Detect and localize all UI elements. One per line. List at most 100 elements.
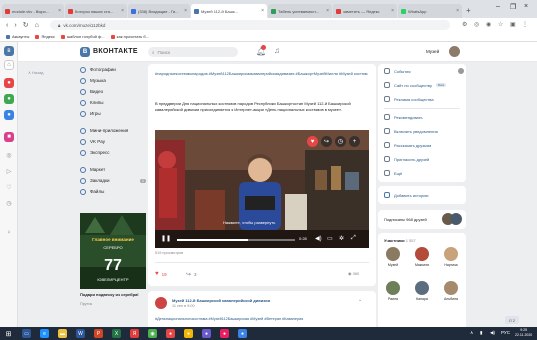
browser-tab[interactable]: (338) Входящие - Ги... ×: [128, 4, 190, 18]
nav-item-music[interactable]: Музыка: [80, 75, 146, 86]
menu-item-more[interactable]: Ещё: [384, 170, 402, 176]
maximize-icon[interactable]: ❐: [510, 3, 516, 11]
fullscreen-icon[interactable]: ⤢: [351, 235, 356, 242]
yandex-browser-icon[interactable]: Я: [130, 329, 139, 338]
add-video-icon[interactable]: +: [349, 136, 360, 147]
taskview-icon[interactable]: ▭: [22, 329, 31, 338]
music-note-icon[interactable]: ♫: [274, 46, 280, 55]
home-icon[interactable]: ⌂: [4, 60, 14, 70]
bookmark-item[interactable]: Аккаунты: [6, 34, 29, 39]
bookmark-item[interactable]: шаблон голубой ф...: [60, 34, 105, 39]
close-icon[interactable]: ×: [389, 8, 394, 14]
forward-arrow-icon[interactable]: ›: [14, 22, 16, 29]
share-video-icon[interactable]: ↪: [321, 136, 332, 147]
vk-brand[interactable]: ВКОНТАКТЕ: [93, 48, 138, 55]
bulb-icon[interactable]: ♀: [4, 228, 14, 238]
chrome-icon[interactable]: ◉: [148, 329, 157, 338]
account-name[interactable]: Музей: [426, 49, 439, 54]
chevron-down-icon[interactable]: ⌄: [358, 297, 362, 303]
like-video-icon[interactable]: ♥: [307, 136, 318, 147]
member-item[interactable]: Наргиза: [440, 247, 462, 267]
browser-tab[interactable]: Котороз наших ста... ×: [65, 4, 127, 18]
app-icon[interactable]: ●: [238, 329, 247, 338]
video-progress-bar[interactable]: [177, 239, 295, 241]
extension-icon[interactable]: ◉: [486, 21, 491, 28]
vk-app-icon[interactable]: в: [4, 46, 14, 56]
video-player[interactable]: ♥ ↪ ◷ + Нажмите, чтобы развернуть ❚❚ 0:2…: [155, 130, 369, 248]
menu-item-notifications[interactable]: Включить уведомления: [384, 128, 438, 134]
menu-item-recommend[interactable]: Рекомендовать: [384, 114, 423, 120]
nav-item-photos[interactable]: Фотографии: [80, 64, 146, 75]
extension-icon[interactable]: ◎: [474, 21, 479, 28]
member-item[interactable]: Максиля: [411, 247, 433, 267]
app-icon[interactable]: ●: [184, 329, 193, 338]
minimize-icon[interactable]: –: [496, 3, 500, 10]
back-link[interactable]: ∧ Назад: [28, 70, 44, 75]
nav-item-files[interactable]: Файлы: [80, 186, 146, 197]
close-icon[interactable]: ×: [259, 8, 264, 14]
star-icon[interactable]: ☆: [498, 21, 503, 28]
pip-icon[interactable]: ▭: [327, 235, 333, 242]
browser-tab[interactable]: Табель успеваемост... ×: [268, 4, 332, 18]
menu-item-events[interactable]: События: [384, 68, 411, 74]
menu-item-tell-friends[interactable]: Рассказать друзьям: [384, 142, 431, 148]
menu-item-invite[interactable]: Пригласить друзей: [384, 156, 429, 162]
nav-item-mini-apps[interactable]: Мини-приложения: [80, 125, 146, 136]
members-title[interactable]: Участники 1 557: [384, 238, 416, 243]
member-item[interactable]: Музей: [382, 247, 404, 267]
powerpoint-icon[interactable]: P: [94, 329, 103, 338]
menu-item-site[interactable]: Сайт по сообществу Beta: [384, 82, 447, 88]
home-icon[interactable]: ⌂: [35, 22, 39, 29]
add-story-button[interactable]: Добавить историю: [384, 192, 429, 198]
language-indicator[interactable]: РУС: [501, 330, 510, 335]
post-author[interactable]: Музей 112-й Башкирской кавалерийской див…: [172, 298, 270, 303]
bookmark-item[interactable]: Яндекс: [35, 34, 55, 39]
pause-icon[interactable]: ❚❚: [161, 235, 171, 242]
browser-tab-active[interactable]: Музей 112-й Башк... ×: [191, 4, 267, 18]
close-icon[interactable]: ×: [454, 8, 459, 14]
volume-icon[interactable]: ◀): [315, 235, 322, 242]
avatar[interactable]: [155, 297, 167, 309]
menu-icon[interactable]: ⋮: [522, 21, 528, 28]
instagram-icon[interactable]: ■: [4, 132, 14, 142]
new-tab-icon[interactable]: +: [466, 6, 471, 15]
app-icon[interactable]: ●: [220, 329, 229, 338]
nav-item-market[interactable]: Маркет: [80, 164, 146, 175]
app-icon[interactable]: ●: [202, 329, 211, 338]
app-icon[interactable]: ●: [166, 329, 175, 338]
nav-item-clips[interactable]: Клипы: [80, 97, 146, 108]
messenger-icon[interactable]: ●: [4, 94, 14, 104]
heart-icon[interactable]: ♡: [4, 182, 14, 192]
member-item[interactable]: Капара: [411, 281, 433, 301]
extension-icon[interactable]: ⚙: [462, 21, 467, 28]
nav-item-games[interactable]: Игры: [80, 108, 146, 119]
nav-item-video[interactable]: Видео: [80, 86, 146, 97]
browser-tab[interactable]: заметить — Яндекс ×: [333, 4, 397, 18]
word-icon[interactable]: W: [76, 329, 85, 338]
close-icon[interactable]: ×: [324, 8, 329, 14]
clock[interactable]: 9:25 22.11.2020: [515, 328, 532, 338]
close-icon[interactable]: ×: [119, 8, 124, 14]
bookmark-item[interactable]: как прочитать б...: [110, 34, 149, 39]
menu-item-ads[interactable]: Реклама сообщества: [384, 96, 434, 102]
info-icon[interactable]: [458, 68, 464, 74]
nav-item-express[interactable]: Экспресс: [80, 147, 146, 158]
search-input[interactable]: ⌕ Поиск: [148, 47, 238, 57]
member-item[interactable]: Раиля: [382, 281, 404, 301]
telegram-icon[interactable]: ●: [4, 110, 14, 120]
ad-banner[interactable]: Главное внимание СЕРЕБРО 77 ЮВЕЛИРЦЕНТР: [80, 213, 146, 289]
clock-icon[interactable]: ◷: [4, 198, 14, 208]
url-field[interactable]: 🔒︎ vk.com/muzei112bkd: [50, 20, 450, 30]
nav-item-vk-pay[interactable]: VK Pay: [80, 136, 146, 147]
play-icon[interactable]: ▷: [4, 166, 14, 176]
like-button[interactable]: ♥ 19: [155, 271, 167, 277]
excel-icon[interactable]: X: [112, 329, 121, 338]
circle-icon[interactable]: ◎: [4, 150, 14, 160]
browser-tab[interactable]: WhatsApp ×: [398, 4, 462, 18]
windows-start-icon[interactable]: ⊞: [4, 329, 13, 338]
vk-logo[interactable]: В: [80, 47, 90, 57]
browser-tab[interactable]: module.vkv - Выро... ×: [2, 4, 64, 18]
tray-chevron-icon[interactable]: ∧: [470, 330, 473, 336]
share-button[interactable]: ↪ 3: [186, 271, 197, 278]
avatar[interactable]: [449, 46, 460, 57]
